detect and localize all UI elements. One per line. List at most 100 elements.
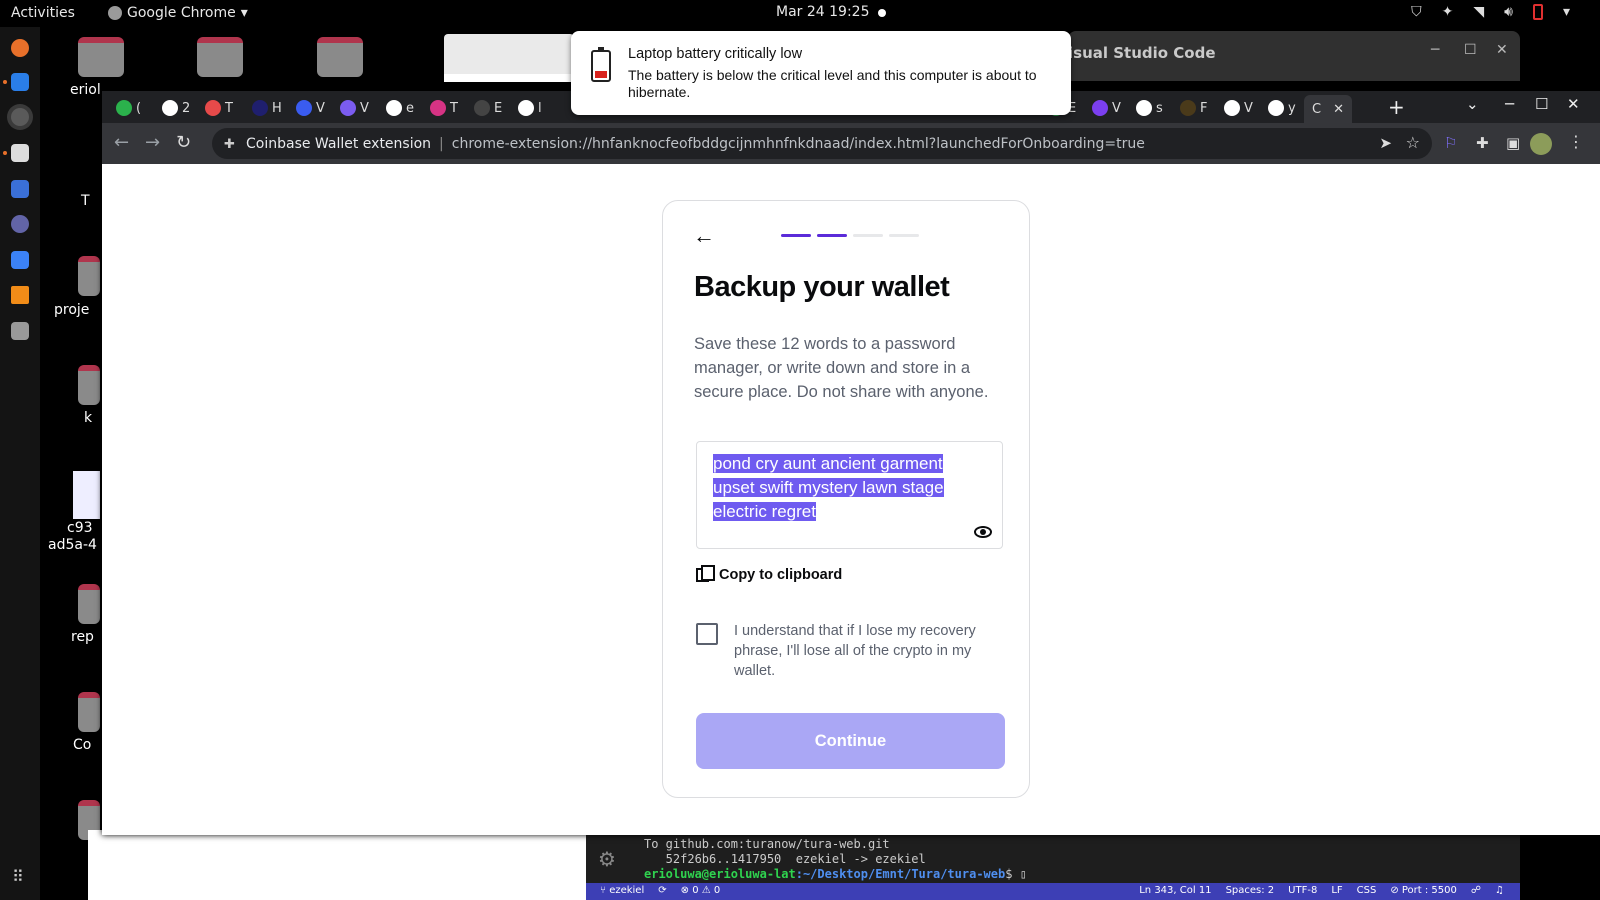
share-icon[interactable]: ➤ bbox=[1379, 134, 1392, 152]
close-icon[interactable]: ✕ bbox=[1496, 42, 1508, 58]
system-tray[interactable]: ⛉ ✦ ◥ 🔊︎ ▾ bbox=[1411, 4, 1570, 20]
vlc-icon[interactable] bbox=[11, 286, 29, 304]
calendar-icon[interactable] bbox=[11, 180, 29, 198]
acknowledge-row[interactable]: I understand that if I lose my recovery … bbox=[696, 621, 996, 681]
files-icon[interactable] bbox=[11, 144, 29, 162]
coinbase-extension-icon[interactable]: ⚐ bbox=[1444, 134, 1462, 152]
browser-tab[interactable]: F bbox=[1180, 96, 1207, 120]
browser-tab[interactable]: s bbox=[1136, 96, 1163, 120]
separator: | bbox=[439, 135, 444, 152]
copy-icon bbox=[696, 565, 715, 582]
vscode-titlebar[interactable]: isual Studio Code ─ ☐ ✕ bbox=[1068, 31, 1520, 81]
eol[interactable]: LF bbox=[1331, 885, 1342, 896]
battery-notification[interactable]: Laptop battery critically low The batter… bbox=[571, 31, 1071, 115]
folder-icon[interactable] bbox=[197, 37, 243, 77]
kebab-menu-icon[interactable]: ⋮ bbox=[1568, 132, 1584, 151]
browser-tab[interactable]: V bbox=[1224, 96, 1253, 120]
progress-step bbox=[889, 234, 919, 237]
page-title: Backup your wallet bbox=[694, 271, 950, 303]
active-browser-tab[interactable]: C ✕ bbox=[1304, 95, 1352, 123]
browser-tab[interactable]: 2 bbox=[162, 96, 190, 120]
browser-tab[interactable]: ( bbox=[116, 96, 141, 120]
feedback-icon[interactable]: ☍ bbox=[1471, 885, 1481, 896]
address-bar[interactable]: ✚ Coinbase Wallet extension | chrome-ext… bbox=[212, 128, 1432, 159]
sync-icon[interactable]: ⟳ bbox=[658, 885, 666, 896]
top-bar: Activities Google Chrome ▾ Mar 24 19:25 … bbox=[0, 0, 1600, 27]
home-folder-icon[interactable] bbox=[78, 37, 124, 77]
page-description: Save these 12 words to a password manage… bbox=[694, 335, 989, 401]
maximize-icon[interactable]: ☐ bbox=[1535, 95, 1548, 113]
favicon-icon bbox=[162, 100, 178, 116]
live-server-port[interactable]: ⊘ Port : 5500 bbox=[1390, 885, 1457, 896]
app-menu[interactable]: Google Chrome ▾ bbox=[108, 5, 248, 21]
forward-icon[interactable]: → bbox=[145, 132, 160, 153]
favicon-icon bbox=[252, 100, 268, 116]
browser-tab[interactable]: H bbox=[252, 96, 282, 120]
browser-tab[interactable]: T bbox=[430, 96, 458, 120]
branch-indicator[interactable]: ⑂ ezekiel bbox=[600, 885, 644, 896]
browser-tab[interactable]: T bbox=[205, 96, 233, 120]
folder-icon[interactable] bbox=[78, 256, 100, 296]
reload-icon[interactable]: ↻ bbox=[176, 132, 191, 153]
avatar[interactable] bbox=[1530, 133, 1552, 155]
eye-icon[interactable] bbox=[974, 526, 992, 538]
browser-tab[interactable]: e bbox=[386, 96, 414, 120]
recovery-phrase-text[interactable]: pond cry aunt ancient garment upset swif… bbox=[713, 452, 957, 524]
indentation[interactable]: Spaces: 2 bbox=[1226, 885, 1275, 896]
favicon-icon bbox=[296, 100, 312, 116]
back-arrow-icon[interactable]: ← bbox=[693, 223, 715, 249]
browser-tab[interactable]: V bbox=[1092, 96, 1121, 120]
back-icon[interactable]: ← bbox=[114, 132, 129, 153]
folder-icon[interactable] bbox=[78, 692, 100, 732]
recovery-phrase-box[interactable]: pond cry aunt ancient garment upset swif… bbox=[696, 441, 1003, 549]
chrome-icon[interactable] bbox=[11, 108, 29, 126]
browser-tab[interactable]: l bbox=[518, 96, 542, 120]
minimize-icon[interactable]: ─ bbox=[1431, 42, 1439, 58]
vscode-icon[interactable] bbox=[11, 73, 29, 91]
extensions-icon[interactable]: ✚ bbox=[1476, 134, 1494, 152]
clock[interactable]: Mar 24 19:25 bbox=[776, 4, 869, 20]
browser-tab[interactable]: V bbox=[340, 96, 369, 120]
activities-button[interactable]: Activities bbox=[11, 5, 75, 21]
tab-close-icon[interactable]: ✕ bbox=[1333, 102, 1344, 117]
progress-step bbox=[781, 234, 811, 237]
problems-indicator[interactable]: ⊗ 0 ⚠ 0 bbox=[681, 885, 721, 896]
folder-icon[interactable] bbox=[78, 365, 100, 405]
document-icon[interactable] bbox=[11, 251, 29, 269]
cursor-position[interactable]: Ln 343, Col 11 bbox=[1139, 885, 1211, 896]
side-panel-icon[interactable]: ▣ bbox=[1506, 134, 1524, 152]
desktop-label: c93 bbox=[67, 520, 93, 536]
encoding[interactable]: UTF-8 bbox=[1288, 885, 1317, 896]
close-icon[interactable]: ✕ bbox=[1567, 95, 1580, 113]
background-window-tab[interactable] bbox=[444, 34, 574, 82]
folder-icon[interactable] bbox=[78, 584, 100, 624]
language-mode[interactable]: CSS bbox=[1357, 885, 1377, 896]
continue-button[interactable]: Continue bbox=[696, 713, 1005, 769]
tab-search-icon[interactable]: ⌄ bbox=[1466, 95, 1479, 113]
minimize-icon[interactable]: ─ bbox=[1505, 95, 1514, 113]
maximize-icon[interactable]: ☐ bbox=[1464, 42, 1477, 58]
desktop-label: rep bbox=[71, 629, 94, 645]
bookmark-star-icon[interactable]: ☆ bbox=[1406, 133, 1420, 152]
copy-to-clipboard-button[interactable]: Copy to clipboard bbox=[696, 565, 842, 583]
favicon-icon bbox=[518, 100, 534, 116]
progress-step bbox=[853, 234, 883, 237]
teams-icon[interactable] bbox=[11, 215, 29, 233]
vscode-title: isual Studio Code bbox=[1068, 44, 1216, 62]
browser-tab[interactable]: E bbox=[474, 96, 502, 120]
image-file-icon[interactable] bbox=[73, 471, 100, 519]
acknowledge-checkbox[interactable] bbox=[696, 623, 718, 645]
chevron-down-icon: ▾ bbox=[240, 5, 248, 21]
bell-icon[interactable]: ♫ bbox=[1495, 885, 1504, 896]
folder-icon[interactable] bbox=[317, 37, 363, 77]
new-tab-button[interactable]: + bbox=[1388, 95, 1405, 119]
url-text[interactable]: chrome-extension://hnfanknocfeofbddgcijn… bbox=[452, 136, 1145, 152]
disk-icon[interactable] bbox=[11, 322, 29, 340]
browser-tab[interactable]: y bbox=[1268, 96, 1296, 120]
browser-tab[interactable]: V bbox=[296, 96, 325, 120]
vscode-terminal[interactable]: ⚙ To github.com:turanow/tura-web.git 52f… bbox=[586, 835, 1520, 883]
gear-icon[interactable]: ⚙ bbox=[598, 847, 616, 871]
terminal-output: To github.com:turanow/tura-web.git 52f26… bbox=[644, 837, 1027, 881]
firefox-icon[interactable] bbox=[11, 39, 29, 57]
app-grid-icon[interactable]: ⠿ bbox=[12, 867, 24, 886]
